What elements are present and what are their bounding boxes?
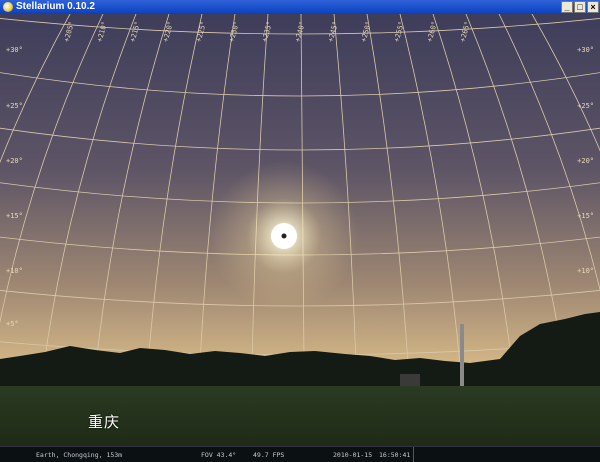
altitude-label-right: +25°	[577, 102, 594, 110]
window-title: Stellarium 0.10.2	[16, 1, 95, 12]
altitude-label-right: +15°	[577, 212, 594, 220]
status-location: Earth, Chongqing, 153m	[36, 451, 123, 459]
title-bar[interactable]: Stellarium 0.10.2 _ □ ×	[0, 0, 600, 14]
stellarium-app-icon	[3, 2, 13, 12]
moon-dot[interactable]	[281, 233, 287, 239]
altitude-label-right: +30°	[577, 46, 594, 54]
altitude-label-left: +10°	[6, 267, 23, 275]
minimize-button[interactable]: _	[561, 1, 573, 13]
status-fov: FOV 43.4°	[201, 451, 237, 459]
altitude-label-right: +20°	[577, 157, 594, 165]
altitude-label-right: +10°	[577, 267, 594, 275]
status-date: 2010-01-15	[333, 451, 373, 459]
status-divider	[413, 447, 414, 462]
altitude-label-left: +20°	[6, 157, 23, 165]
sky-canvas[interactable]: +205° +210° +215° +220° +225° +230° +235° +240°…	[0, 14, 600, 462]
stellarium-window: Stellarium 0.10.2 _ □ × +205° +210° +215…	[0, 0, 600, 462]
building	[400, 374, 420, 386]
tower	[460, 324, 464, 388]
status-fps: 49.7 FPS	[253, 451, 285, 459]
altitude-label-left: +5°	[6, 320, 19, 328]
status-bar: Earth, Chongqing, 153m FOV 43.4° 49.7 FP…	[0, 446, 600, 462]
maximize-button[interactable]: □	[574, 1, 586, 13]
location-city-label: 重庆	[88, 413, 121, 431]
status-time: 16:50:41	[379, 451, 411, 459]
altitude-label-left: +15°	[6, 212, 23, 220]
sky-view[interactable]: +205° +210° +215° +220° +225° +230° +235° +240°…	[0, 14, 600, 462]
altitude-label-left: +30°	[6, 46, 23, 54]
altitude-label-left: +25°	[6, 102, 23, 110]
close-button[interactable]: ×	[587, 1, 599, 13]
